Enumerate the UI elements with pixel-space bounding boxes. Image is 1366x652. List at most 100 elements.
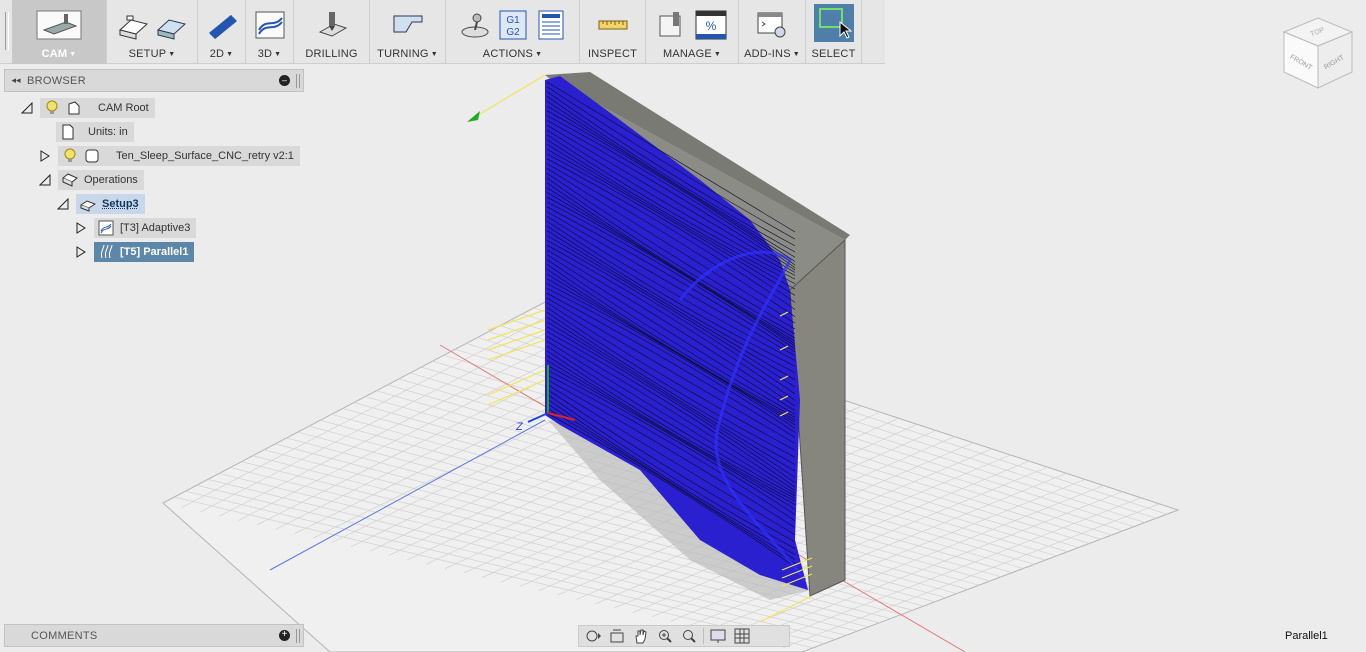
measure-icon bbox=[598, 20, 627, 30]
2d-label: 2D bbox=[209, 48, 225, 60]
g2-text: G2 bbox=[506, 27, 520, 38]
chevron-down-icon: ▼ bbox=[226, 51, 234, 58]
collapsed-triangle-icon[interactable] bbox=[74, 221, 88, 235]
tool-library-icon bbox=[659, 12, 681, 37]
expanded-triangle-icon[interactable] bbox=[20, 101, 34, 115]
cam-root-icon bbox=[68, 101, 80, 115]
3d-group[interactable]: 3D ▼ bbox=[246, 0, 294, 64]
2d-contour-icon bbox=[208, 14, 237, 40]
turning-group[interactable]: TURNING ▼ bbox=[370, 0, 446, 64]
tree-label: CAM Root bbox=[98, 102, 149, 114]
chevron-down-icon: ▼ bbox=[535, 51, 543, 58]
chevron-down-icon: ▼ bbox=[430, 51, 438, 58]
select-label: SELECT bbox=[811, 48, 856, 60]
collapse-panel-icon[interactable]: ◂◂ bbox=[5, 75, 27, 86]
adaptive-clearing-icon bbox=[98, 220, 114, 236]
tree-label: Operations bbox=[84, 174, 138, 186]
g1-text: G1 bbox=[506, 15, 520, 26]
collapsed-triangle-icon[interactable] bbox=[38, 149, 52, 163]
inspect-label: INSPECT bbox=[587, 48, 638, 60]
view-cube[interactable]: TOP FRONT RIGHT bbox=[1280, 14, 1356, 92]
setup-group[interactable]: SETUP ▼ bbox=[107, 0, 198, 64]
tree-label: Setup3 bbox=[102, 198, 139, 210]
orbit-icon[interactable] bbox=[583, 627, 603, 645]
select-group[interactable]: SELECT bbox=[806, 0, 862, 64]
lightbulb-icon[interactable] bbox=[62, 148, 78, 164]
document-icon bbox=[62, 124, 74, 140]
tree-label: Units: in bbox=[88, 126, 128, 138]
comments-title: COMMENTS bbox=[31, 629, 98, 642]
3d-adaptive-icon bbox=[255, 11, 284, 39]
tree-item-cam-root[interactable]: CAM Root bbox=[20, 98, 155, 118]
ribbon-toolbar: CAM ▼ SETUP ▼ 2D ▼ 3D ▼ DRILLING TURNING ▼ bbox=[0, 0, 885, 64]
actions-group[interactable]: G1 G2 ACTIONS ▼ bbox=[446, 0, 580, 64]
setup-label: SETUP bbox=[128, 48, 167, 60]
zoom-window-icon[interactable] bbox=[679, 627, 699, 645]
panel-resize-handle[interactable] bbox=[296, 73, 300, 88]
manage-group[interactable]: % MANAGE ▼ bbox=[646, 0, 739, 64]
comments-panel-header[interactable]: COMMENTS + bbox=[4, 624, 304, 647]
browser-title: BROWSER bbox=[27, 74, 86, 87]
addins-group[interactable]: ADD-INS ▼ bbox=[739, 0, 806, 64]
browser-panel-header: ◂◂ BROWSER – bbox=[4, 69, 304, 92]
turning-label: TURNING bbox=[377, 48, 429, 60]
zoom-icon[interactable] bbox=[655, 627, 675, 645]
simulate-icon bbox=[461, 13, 488, 38]
3d-viewport[interactable]: Z bbox=[0, 0, 1366, 652]
setup-icon bbox=[80, 200, 96, 212]
chevron-down-icon: ▼ bbox=[274, 51, 282, 58]
operations-folder-icon bbox=[62, 173, 78, 187]
expanded-triangle-icon[interactable] bbox=[56, 197, 70, 211]
pan-hand-icon[interactable] bbox=[631, 627, 651, 645]
addins-label: ADD-INS bbox=[744, 48, 791, 60]
select-icon bbox=[813, 4, 854, 42]
scripts-addins-icon bbox=[757, 12, 786, 38]
lightbulb-icon[interactable] bbox=[44, 100, 60, 116]
expanded-triangle-icon[interactable] bbox=[38, 173, 52, 187]
tree-item-adaptive3[interactable]: [T3] Adaptive3 bbox=[74, 218, 197, 238]
tree-item-units[interactable]: Units: in bbox=[56, 122, 134, 142]
workspace-switcher[interactable]: CAM ▼ bbox=[12, 0, 107, 64]
tree-item-model[interactable]: Ten_Sleep_Surface_CNC_retry v2:1 bbox=[38, 146, 300, 166]
navigation-bar bbox=[578, 625, 790, 647]
z-axis-label: Z bbox=[515, 421, 524, 433]
active-operation-label: Parallel1 bbox=[1285, 630, 1328, 642]
percent-text: % bbox=[706, 19, 717, 33]
3d-label: 3D bbox=[257, 48, 273, 60]
drilling-label: DRILLING bbox=[305, 48, 358, 60]
minimize-icon[interactable]: – bbox=[279, 75, 290, 86]
drill-icon bbox=[318, 12, 347, 37]
workspace-label: CAM bbox=[41, 48, 68, 60]
parallel-toolpath-icon bbox=[100, 244, 113, 259]
tree-label: Ten_Sleep_Surface_CNC_retry v2:1 bbox=[116, 150, 294, 162]
chevron-down-icon: ▼ bbox=[792, 51, 800, 58]
look-at-icon[interactable] bbox=[607, 627, 627, 645]
grid-settings-icon[interactable] bbox=[732, 627, 752, 645]
tree-item-setup3[interactable]: Setup3 bbox=[56, 194, 145, 214]
collapsed-triangle-icon[interactable] bbox=[74, 245, 88, 259]
setup-sheet-icon bbox=[538, 10, 563, 40]
2d-group[interactable]: 2D ▼ bbox=[198, 0, 246, 64]
toolbar-grip[interactable] bbox=[0, 0, 12, 64]
drilling-group[interactable]: DRILLING bbox=[294, 0, 370, 64]
tree-label: [T3] Adaptive3 bbox=[120, 222, 191, 234]
new-setup-icon bbox=[118, 15, 149, 40]
inspect-group[interactable]: INSPECT bbox=[580, 0, 646, 64]
stock-setup-icon bbox=[156, 19, 187, 40]
body-icon bbox=[85, 149, 99, 163]
tree-item-parallel1[interactable]: [T5] Parallel1 bbox=[74, 242, 195, 262]
divider bbox=[703, 628, 704, 644]
chevron-down-icon: ▼ bbox=[713, 51, 721, 58]
cam-workspace-icon bbox=[36, 10, 82, 40]
chevron-down-icon: ▼ bbox=[69, 51, 77, 58]
add-comment-icon[interactable]: + bbox=[279, 630, 290, 641]
turning-icon bbox=[393, 15, 422, 33]
actions-label: ACTIONS bbox=[482, 48, 534, 60]
display-settings-icon[interactable] bbox=[708, 627, 728, 645]
post-process-icon: G1G2 bbox=[499, 10, 526, 40]
tree-item-operations[interactable]: Operations bbox=[38, 170, 144, 190]
panel-resize-handle[interactable] bbox=[296, 628, 300, 643]
templates-icon: % bbox=[695, 10, 727, 40]
manage-label: MANAGE bbox=[662, 48, 712, 60]
chevron-down-icon: ▼ bbox=[168, 51, 176, 58]
